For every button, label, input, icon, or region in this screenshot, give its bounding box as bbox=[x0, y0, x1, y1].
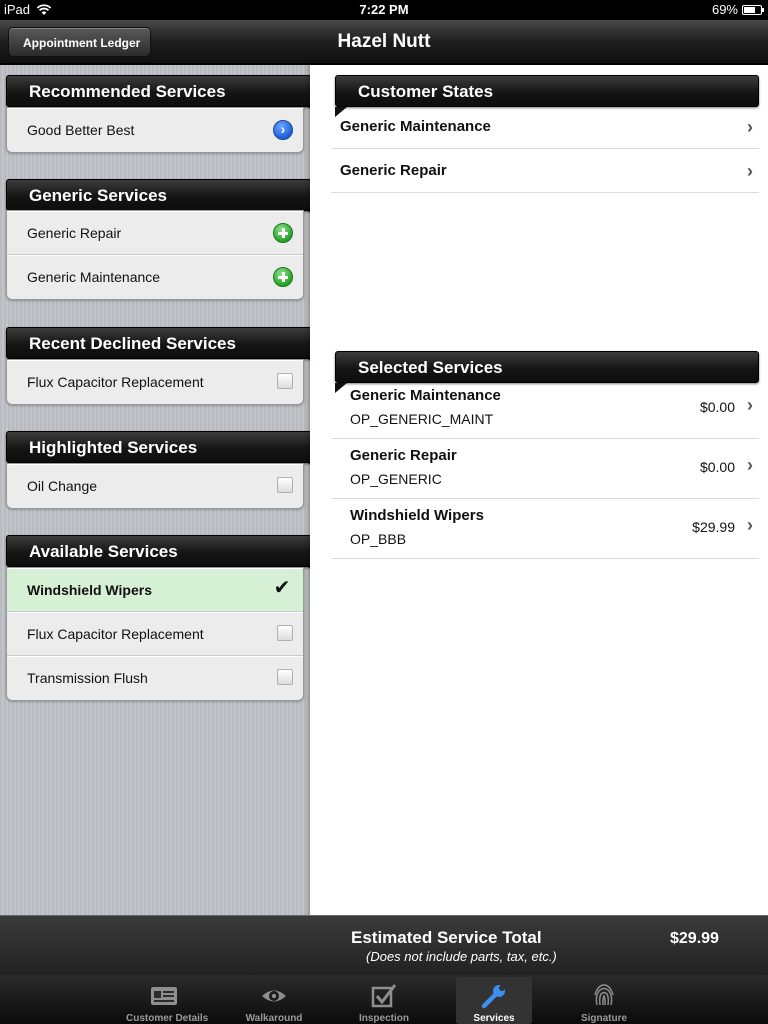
service-code: OP_GENERIC bbox=[350, 471, 442, 487]
list-item-flux-capacitor-replacement[interactable]: Flux Capacitor Replacement bbox=[7, 612, 303, 656]
highlighted-services-list: Oil Change bbox=[6, 463, 304, 509]
customer-state-label: Generic Maintenance bbox=[340, 118, 491, 135]
status-right: 69% bbox=[711, 2, 764, 17]
available-services-header: Available Services bbox=[6, 535, 320, 577]
tab-label: Customer Details bbox=[126, 1013, 209, 1024]
selected-service-row[interactable]: Generic Repair OP_GENERIC $0.00 › bbox=[331, 439, 759, 499]
recent-declined-services-list: Flux Capacitor Replacement bbox=[6, 359, 304, 405]
tab-signature[interactable]: Signature bbox=[566, 977, 642, 1024]
recommended-services-header: Recommended Services bbox=[6, 75, 320, 117]
chevron-right-icon: › bbox=[747, 455, 753, 475]
list-item-label: Oil Change bbox=[27, 478, 98, 494]
fingerprint-icon bbox=[594, 984, 614, 1006]
selected-service-row[interactable]: Generic Maintenance OP_GENERIC_MAINT $0.… bbox=[331, 379, 759, 439]
tab-inspection[interactable]: Inspection bbox=[346, 977, 422, 1024]
service-name: Generic Maintenance bbox=[350, 387, 501, 404]
customer-state-generic-repair[interactable]: Generic Repair › bbox=[331, 149, 759, 193]
list-item-label: Good Better Best bbox=[27, 122, 135, 138]
service-code: OP_BBB bbox=[350, 531, 407, 547]
chevron-right-icon: › bbox=[747, 117, 753, 137]
battery-percent: 69% bbox=[711, 2, 738, 17]
service-name: Windshield Wipers bbox=[350, 507, 484, 524]
section-title: Customer States bbox=[358, 82, 494, 101]
add-icon[interactable] bbox=[273, 223, 293, 243]
customer-state-label: Generic Repair bbox=[340, 162, 447, 179]
right-panel[interactable]: Customer States Generic Maintenance › Ge… bbox=[310, 65, 768, 915]
estimated-total-label: Estimated Service Total bbox=[351, 928, 542, 947]
tab-label: Signature bbox=[580, 1013, 628, 1024]
generic-services-list: Generic Repair Generic Maintenance bbox=[6, 210, 304, 300]
list-item-transmission-flush[interactable]: Transmission Flush bbox=[7, 656, 303, 700]
generic-services-header: Generic Services bbox=[6, 179, 320, 221]
recommended-services-list: Good Better Best › bbox=[6, 107, 304, 153]
list-item-generic-repair[interactable]: Generic Repair bbox=[7, 211, 303, 255]
list-item-good-better-best[interactable]: Good Better Best › bbox=[7, 108, 303, 152]
battery-icon bbox=[742, 4, 764, 15]
list-item-windshield-wipers[interactable]: Windshield Wipers ✔ bbox=[7, 568, 303, 612]
checkmark-icon[interactable]: ✔ bbox=[271, 577, 293, 599]
list-item-label: Transmission Flush bbox=[27, 670, 148, 686]
eye-icon bbox=[262, 990, 286, 1002]
list-item-flux-capacitor-replacement[interactable]: Flux Capacitor Replacement bbox=[7, 360, 303, 404]
chevron-right-icon: › bbox=[747, 395, 753, 415]
list-item-label: Generic Maintenance bbox=[27, 269, 161, 285]
section-title: Recommended Services bbox=[29, 82, 226, 101]
status-time: 7:22 PM bbox=[359, 2, 409, 17]
service-name: Generic Repair bbox=[350, 447, 457, 464]
wrench-icon bbox=[481, 985, 505, 1009]
tab-label: Walkaround bbox=[245, 1013, 303, 1024]
section-title: Recent Declined Services bbox=[29, 334, 236, 353]
list-item-label: Generic Repair bbox=[27, 225, 122, 241]
status-bar: iPad 7:22 PM 69% bbox=[0, 0, 768, 20]
page-title: Hazel Nutt bbox=[337, 31, 431, 52]
service-price: $0.00 bbox=[699, 459, 735, 475]
id-card-icon bbox=[151, 987, 177, 1005]
selected-service-row[interactable]: Windshield Wipers OP_BBB $29.99 › bbox=[331, 499, 759, 559]
list-item-label: Flux Capacitor Replacement bbox=[27, 374, 204, 390]
tab-label: Inspection bbox=[358, 1013, 409, 1024]
list-item-oil-change[interactable]: Oil Change bbox=[7, 464, 303, 508]
list-item-label: Flux Capacitor Replacement bbox=[27, 626, 204, 642]
section-title: Available Services bbox=[29, 542, 178, 561]
available-services-list: Windshield Wipers ✔ Flux Capacitor Repla… bbox=[6, 567, 304, 701]
battery-fill bbox=[744, 6, 756, 13]
estimated-total-note: (Does not include parts, tax, etc.) bbox=[366, 949, 557, 964]
section-title: Selected Services bbox=[358, 358, 503, 377]
highlighted-services-header: Highlighted Services bbox=[6, 431, 320, 473]
service-price: $29.99 bbox=[692, 519, 735, 535]
tab-bar: Customer Details Walkaround Inspection S… bbox=[0, 975, 768, 1024]
chevron-right-icon: › bbox=[747, 515, 753, 535]
estimated-total-bar: Estimated Service Total (Does not includ… bbox=[0, 915, 768, 975]
add-icon[interactable] bbox=[273, 267, 293, 287]
section-title: Generic Services bbox=[29, 186, 167, 205]
checkbox-icon bbox=[371, 984, 397, 1008]
checkbox-icon[interactable] bbox=[277, 477, 293, 493]
chevron-right-icon: › bbox=[747, 161, 753, 181]
tab-services[interactable]: Services bbox=[456, 977, 532, 1024]
checkbox-icon[interactable] bbox=[277, 373, 293, 389]
recent-declined-services-header: Recent Declined Services bbox=[6, 327, 320, 369]
tab-label: Services bbox=[473, 1013, 515, 1024]
navigation-bar: Appointment Ledger Hazel Nutt bbox=[0, 20, 768, 64]
left-panel[interactable]: Recommended Services Good Better Best › … bbox=[0, 65, 320, 915]
tab-customer-details[interactable]: Customer Details bbox=[126, 977, 209, 1024]
service-price: $0.00 bbox=[699, 399, 735, 415]
list-item-generic-maintenance[interactable]: Generic Maintenance bbox=[7, 255, 303, 299]
list-item-label: Windshield Wipers bbox=[27, 582, 152, 598]
customer-state-generic-maintenance[interactable]: Generic Maintenance › bbox=[331, 105, 759, 149]
checkbox-icon[interactable] bbox=[277, 669, 293, 685]
tab-walkaround[interactable]: Walkaround bbox=[236, 977, 312, 1024]
service-code: OP_GENERIC_MAINT bbox=[350, 411, 494, 427]
checkbox-icon[interactable] bbox=[277, 625, 293, 641]
disclosure-arrow-icon[interactable]: › bbox=[273, 120, 293, 140]
section-title: Highlighted Services bbox=[29, 438, 198, 457]
customer-states-header: Customer States bbox=[335, 75, 759, 117]
estimated-total-value: $29.99 bbox=[670, 930, 719, 947]
